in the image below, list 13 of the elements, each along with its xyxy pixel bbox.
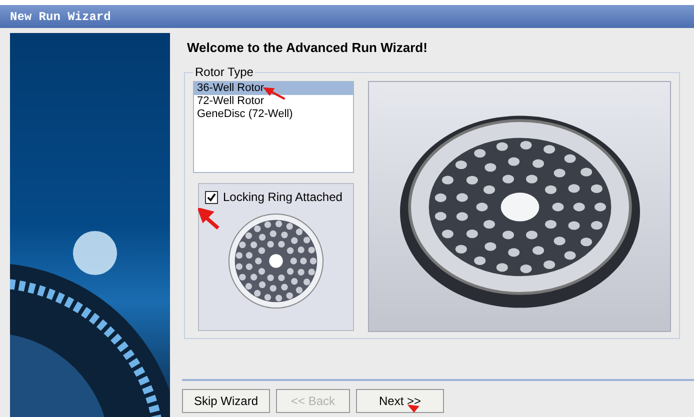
rotor-list-item[interactable]: 72-Well Rotor <box>194 95 353 108</box>
annotation-arrow-icon <box>262 87 288 100</box>
locking-ring-checkbox[interactable] <box>205 190 218 204</box>
group-label: Rotor Type <box>194 65 254 79</box>
wizard-heading: Welcome to the Advanced Run Wizard! <box>187 40 428 55</box>
wizard-button[interactable]: Skip Wizard <box>182 389 270 413</box>
rotor-list-item[interactable]: GeneDisc (72-Well) <box>194 108 353 121</box>
annotation-arrow-icon <box>406 403 422 413</box>
checkbox-label: Locking Ring Attached <box>223 190 342 204</box>
wizard-button[interactable]: Next >> <box>356 389 444 413</box>
rotor-list-item[interactable]: 36-Well Rotor <box>194 82 353 95</box>
window-title: New Run Wizard <box>10 10 111 24</box>
annotation-arrow-icon <box>198 208 220 230</box>
